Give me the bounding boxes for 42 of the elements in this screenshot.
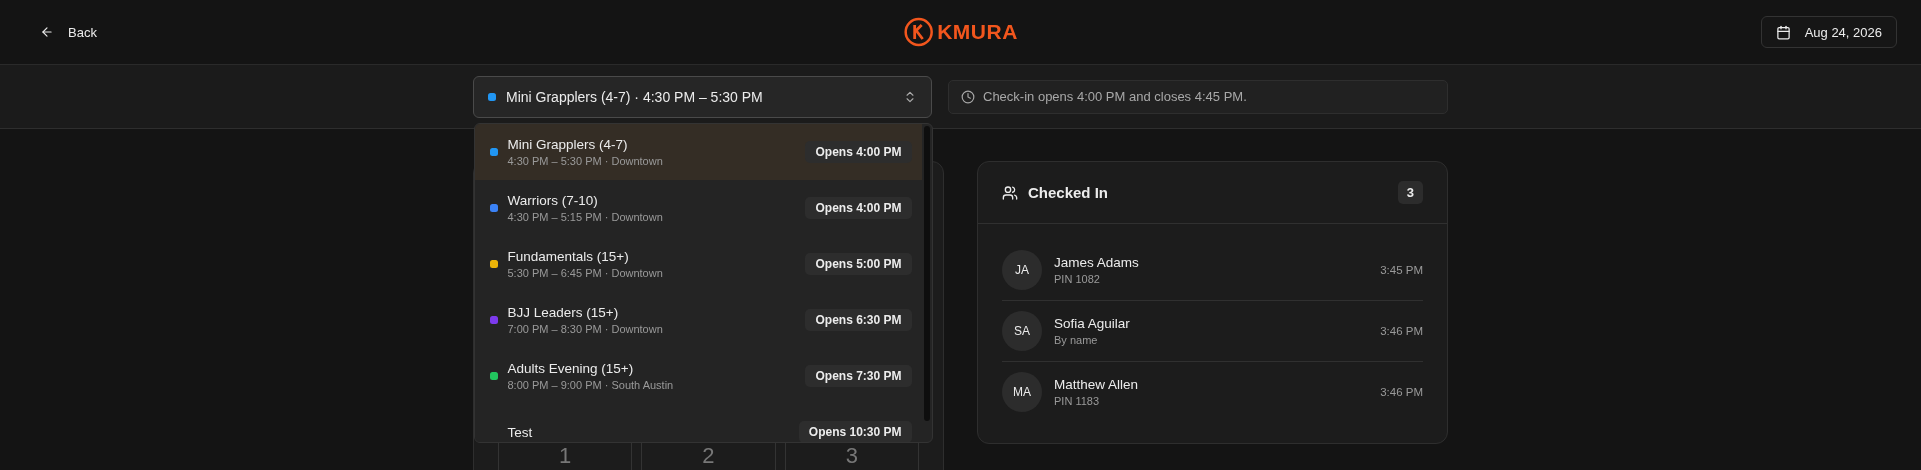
opens-badge: Opens 10:30 PM	[798, 421, 912, 442]
count-badge: 3	[1397, 181, 1423, 204]
class-details: 5:30 PM – 6:45 PM · Downtown	[507, 267, 664, 279]
class-name: Warriors (7-10)	[507, 193, 599, 208]
logo-text: KMURA	[937, 20, 1018, 44]
opens-badge: Opens 6:30 PM	[805, 309, 912, 331]
class-name: Adults Evening (15+)	[507, 361, 635, 376]
card-title: Checked In	[1028, 184, 1110, 201]
avatar: JA	[1002, 250, 1042, 290]
class-details: 4:30 PM – 5:15 PM · Downtown	[507, 211, 664, 223]
notice-text: Check-in opens 4:00 PM and closes 4:45 PM.	[983, 89, 1247, 104]
check-in-method: PIN 1082	[1054, 273, 1101, 285]
class-name: Mini Grapplers (4-7)	[507, 137, 629, 152]
person-name: Matthew Allen	[1054, 377, 1140, 392]
person-name: James Adams	[1054, 255, 1140, 270]
class-option[interactable]: Mini Grapplers (4-7) 4:30 PM – 5:30 PM · Downtown Opens 4:00 PM	[474, 124, 922, 180]
check-in-time: 3:45 PM	[1380, 264, 1423, 276]
logo-icon	[903, 17, 934, 47]
avatar: MA	[1002, 372, 1042, 412]
class-details: 8:00 PM – 9:00 PM · South Austin	[507, 379, 675, 391]
scrollbar[interactable]	[923, 126, 930, 421]
opens-badge: Opens 4:00 PM	[805, 197, 912, 219]
person-name: Sofia Aguilar	[1054, 316, 1131, 331]
avatar: SA	[1002, 311, 1042, 351]
class-details: 7:00 PM – 8:30 PM · Downtown	[507, 323, 664, 335]
calendar-icon	[1775, 24, 1791, 40]
date-button[interactable]: Aug 24, 2026	[1760, 16, 1897, 48]
class-select[interactable]: Mini Grapplers (4-7) · 4:30 PM – 5:30 PM	[473, 75, 932, 118]
clock-icon	[961, 89, 975, 104]
back-button[interactable]: Back	[36, 20, 101, 44]
class-name: BJJ Leaders (15+)	[507, 305, 620, 320]
opens-badge: Opens 5:00 PM	[805, 253, 912, 275]
check-in-method: By name	[1054, 334, 1099, 346]
opens-badge: Opens 4:00 PM	[805, 141, 912, 163]
opens-badge: Opens 7:30 PM	[805, 365, 912, 387]
check-in-time: 3:46 PM	[1380, 386, 1423, 398]
class-name: Fundamentals (15+)	[507, 249, 630, 264]
check-in-method: PIN 1183	[1054, 395, 1101, 407]
people-icon	[1002, 184, 1018, 201]
class-name: Test	[507, 424, 534, 440]
class-details: 4:30 PM – 5:30 PM · Downtown	[507, 155, 664, 167]
check-in-time: 3:46 PM	[1380, 325, 1423, 337]
